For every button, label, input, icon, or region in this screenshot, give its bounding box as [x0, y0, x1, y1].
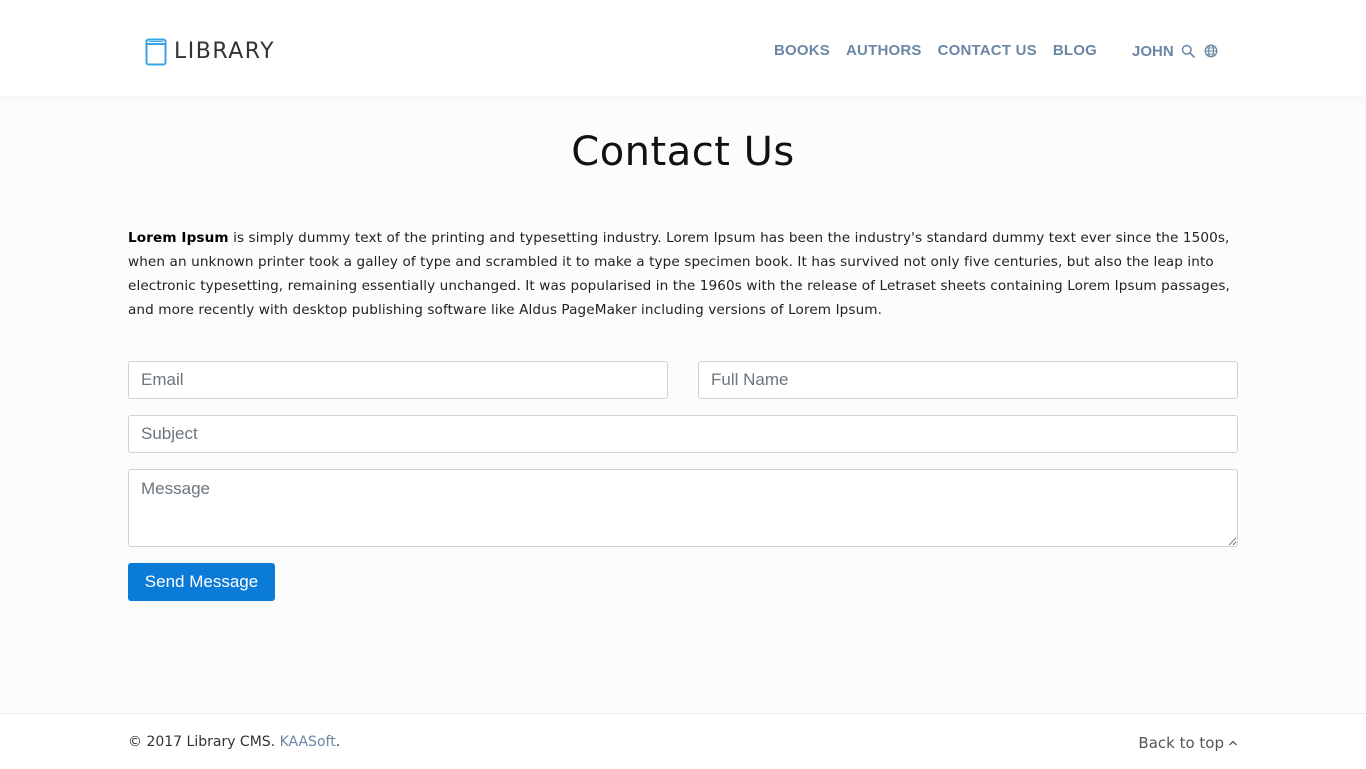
chevron-up-icon: [1229, 740, 1237, 746]
main-nav: BOOKS AUTHORS CONTACT US BLOG: [774, 42, 1097, 60]
search-icon[interactable]: [1181, 44, 1195, 58]
company-link[interactable]: KAASoft: [280, 734, 336, 750]
site-logo[interactable]: LIBRARY: [145, 37, 275, 67]
email-field[interactable]: [128, 361, 668, 399]
site-footer: © 2017 Library CMS. KAASoft. Back to top: [0, 713, 1366, 769]
send-message-button[interactable]: Send Message: [128, 563, 275, 601]
nav-books[interactable]: BOOKS: [774, 42, 830, 60]
nav-authors[interactable]: AUTHORS: [846, 42, 922, 60]
book-icon: [145, 38, 167, 66]
subject-field[interactable]: [128, 415, 1238, 453]
intro-text: is simply dummy text of the printing and…: [128, 230, 1230, 318]
back-to-top-label: Back to top: [1138, 734, 1224, 752]
back-to-top-link[interactable]: Back to top: [1138, 733, 1238, 753]
globe-icon[interactable]: [1204, 44, 1218, 58]
nav-blog[interactable]: BLOG: [1053, 42, 1097, 60]
intro-paragraph: Lorem Ipsum is simply dummy text of the …: [128, 226, 1238, 322]
copyright: © 2017 Library CMS. KAASoft.: [128, 733, 340, 751]
copyright-prefix: © 2017 Library CMS.: [128, 734, 280, 750]
logo-text: LIBRARY: [174, 39, 276, 64]
site-header: LIBRARY BOOKS AUTHORS CONTACT US BLOG JO…: [0, 0, 1366, 96]
nav-contact-us[interactable]: CONTACT US: [938, 42, 1037, 60]
copyright-suffix: .: [335, 734, 341, 750]
intro-bold: Lorem Ipsum: [128, 230, 229, 246]
user-menu[interactable]: JOHN: [1132, 43, 1174, 61]
page-title: Contact Us: [571, 129, 795, 175]
message-field[interactable]: [128, 469, 1238, 547]
full-name-field[interactable]: [698, 361, 1238, 399]
